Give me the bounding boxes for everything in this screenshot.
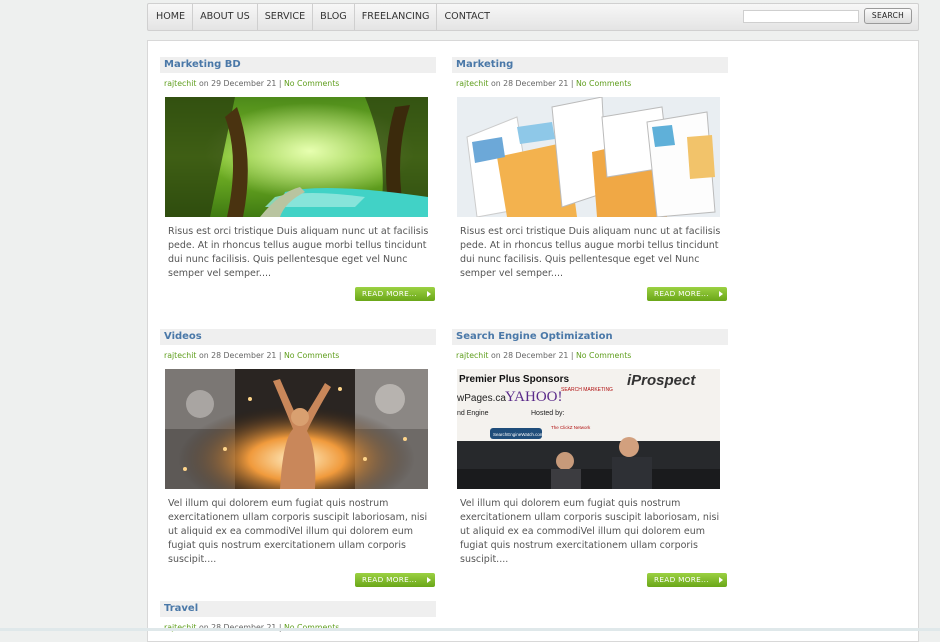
read-more-button[interactable]: READ MORE... <box>355 573 435 587</box>
post-title[interactable]: Search Engine Optimization <box>452 329 728 345</box>
search-input[interactable] <box>743 10 859 23</box>
post-title[interactable]: Videos <box>160 329 436 345</box>
main-nav: HOME ABOUT US SERVICE BLOG FREELANCING C… <box>148 4 497 30</box>
author-link[interactable]: rajtechit <box>456 351 488 360</box>
post-videos: Videos rajtechit on 28 December 21 | No … <box>160 329 436 587</box>
comments-link[interactable]: No Comments <box>284 351 339 360</box>
post-title[interactable]: Travel <box>160 601 436 617</box>
banner-text-engine: nd Engine <box>457 410 489 417</box>
forest-river-photo[interactable] <box>165 97 428 217</box>
search-button[interactable]: SEARCH <box>864 8 912 24</box>
author-link[interactable]: rajtechit <box>456 79 488 88</box>
post-title[interactable]: Marketing <box>452 57 728 73</box>
post-meta: rajtechit on 28 December 21 | No Comment… <box>452 79 728 89</box>
arrow-right-icon <box>719 291 723 297</box>
main-content: Marketing BD rajtechit on 29 December 21… <box>147 40 745 642</box>
comments-link[interactable]: No Comments <box>284 79 339 88</box>
banner-text-yahoo: YAHOO! <box>505 389 563 405</box>
post-marketing-bd: Marketing BD rajtechit on 29 December 21… <box>160 57 436 307</box>
read-more-button[interactable]: READ MORE... <box>355 287 435 301</box>
read-more-label: READ MORE... <box>654 289 709 298</box>
post-meta: rajtechit on 28 December 21 | No Comment… <box>160 351 436 361</box>
nav-blog[interactable]: BLOG <box>313 4 355 30</box>
banner-text-iprospect: iProspect <box>627 372 696 389</box>
banner-text-sew: SearchEngineWatch.com <box>493 432 544 437</box>
sidebar <box>744 40 919 642</box>
post-date: on 29 December 21 | <box>198 79 282 88</box>
read-more-button[interactable]: READ MORE... <box>647 287 727 301</box>
nav-about-us[interactable]: ABOUT US <box>193 4 258 30</box>
post-search-engine-optimization: Search Engine Optimization rajtechit on … <box>452 329 728 587</box>
post-travel: Travel rajtechit on 28 December 21 | No … <box>160 601 436 641</box>
author-link[interactable]: rajtechit <box>164 79 196 88</box>
post-excerpt: Risus est orci tristique Duis aliquam nu… <box>460 226 721 279</box>
banner-text-wpages: wPages.ca <box>457 393 506 404</box>
read-more-button[interactable]: READ MORE... <box>647 573 727 587</box>
post-date: on 28 December 21 | <box>198 351 282 360</box>
comments-link[interactable]: No Comments <box>576 79 631 88</box>
nav-contact[interactable]: CONTACT <box>437 4 497 30</box>
post-meta: rajtechit on 28 December 21 | No Comment… <box>452 351 728 361</box>
read-more-label: READ MORE... <box>362 575 417 584</box>
post-meta: rajtechit on 29 December 21 | No Comment… <box>160 79 436 89</box>
post-date: on 28 December 21 | <box>490 351 574 360</box>
banner-text-clickz: The ClickZ Network <box>551 425 591 430</box>
conference-panel-photo[interactable]: Premier Plus Sponsors YAHOO! SEARCH MARK… <box>457 369 720 489</box>
top-navigation-bar: HOME ABOUT US SERVICE BLOG FREELANCING C… <box>147 3 919 31</box>
business-cards-photo[interactable] <box>457 97 720 217</box>
banner-text-sponsors: Premier Plus Sponsors <box>459 374 569 385</box>
nav-home[interactable]: HOME <box>148 4 194 30</box>
author-link[interactable]: rajtechit <box>164 351 196 360</box>
read-more-label: READ MORE... <box>654 575 709 584</box>
arrow-right-icon <box>719 577 723 583</box>
post-marketing: Marketing rajtechit on 28 December 21 | … <box>452 57 728 307</box>
post-excerpt: Vel illum qui dolorem eum fugiat quis no… <box>460 498 720 565</box>
nav-freelancing[interactable]: FREELANCING <box>355 4 438 30</box>
concert-collage-photo[interactable] <box>165 369 428 489</box>
read-more-label: READ MORE... <box>362 289 417 298</box>
arrow-right-icon <box>427 577 431 583</box>
post-excerpt: Vel illum qui dolorem eum fugiat quis no… <box>168 498 428 565</box>
banner-text-search-marketing: SEARCH MARKETING <box>561 387 613 393</box>
post-title[interactable]: Marketing BD <box>160 57 436 73</box>
post-date: on 28 December 21 | <box>490 79 574 88</box>
arrow-right-icon <box>427 291 431 297</box>
comments-link[interactable]: No Comments <box>576 351 631 360</box>
post-excerpt: Risus est orci tristique Duis aliquam nu… <box>168 226 429 279</box>
banner-text-hosted-by: Hosted by: <box>531 410 565 417</box>
nav-service[interactable]: SERVICE <box>258 4 314 30</box>
